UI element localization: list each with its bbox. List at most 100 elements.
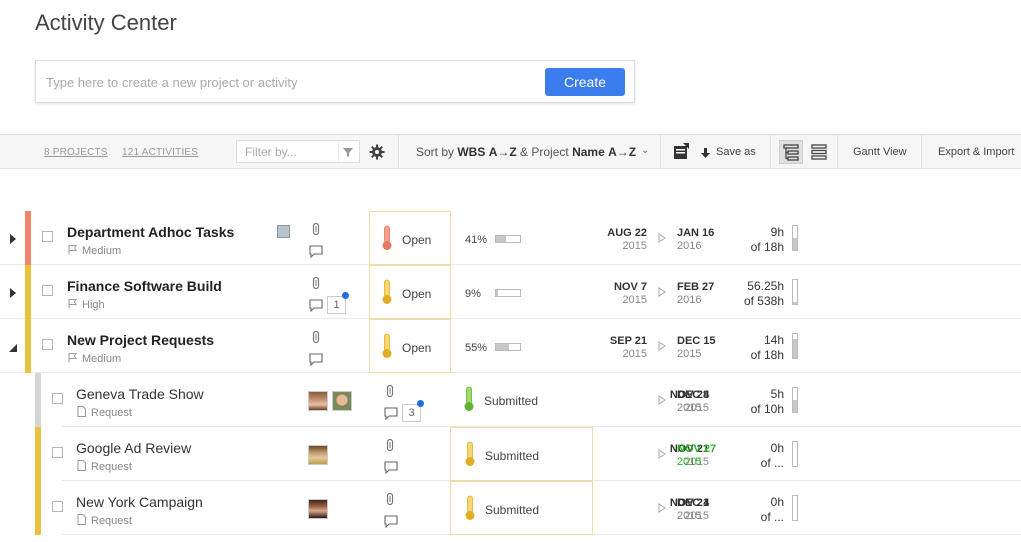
start-date: AUG 22 2015	[607, 227, 647, 252]
project-title[interactable]: Finance Software Build	[67, 278, 222, 294]
comment-icon[interactable]	[384, 461, 398, 474]
collapse-arrow-icon[interactable]	[8, 340, 18, 352]
activity-kind: Request	[76, 460, 132, 473]
comment-icon[interactable]	[309, 245, 323, 258]
hours-bar	[792, 387, 798, 413]
activity-title[interactable]: Geneva Trade Show	[76, 386, 204, 402]
activity-row[interactable]: Geneva Trade Show Request 3 Submitted NO…	[35, 373, 1021, 427]
list-view-icon[interactable]	[809, 142, 829, 167]
attachment-icon[interactable]	[312, 223, 320, 235]
end-month-day: FEB 27	[677, 281, 715, 293]
hours-logged: 5h	[770, 387, 784, 401]
avatar[interactable]	[308, 499, 328, 519]
chevron-down-icon[interactable]: ⌄	[641, 145, 649, 156]
export-import-button[interactable]: Export & Import	[938, 146, 1014, 158]
comment-icon[interactable]	[309, 353, 323, 366]
activity-row[interactable]: New York Campaign Request Submitted NOV …	[35, 481, 1021, 535]
thermometer-yellow-icon	[382, 333, 392, 358]
gantt-view-button[interactable]: Gantt View	[853, 146, 907, 158]
flag-icon	[68, 299, 77, 309]
thermometer-yellow-icon	[382, 279, 392, 304]
project-priority: Medium	[67, 244, 121, 257]
status-cell[interactable]: Open	[369, 265, 451, 319]
date-arrow-icon	[658, 287, 666, 297]
status-cell[interactable]: Submitted	[450, 481, 593, 535]
status-cell[interactable]: Submitted	[450, 427, 593, 481]
row-checkbox[interactable]	[42, 339, 53, 350]
project-row[interactable]: Finance Software Build High 1 Open 9% NO…	[0, 265, 1021, 319]
create-input[interactable]	[46, 72, 526, 92]
hours-total: of ...	[760, 510, 784, 524]
status-cell[interactable]: Open	[369, 211, 451, 265]
progress-bar	[495, 343, 521, 351]
projects-count-link[interactable]: 8 PROJECTS	[44, 147, 108, 158]
activity-row[interactable]: Google Ad Review Request Submitted NOV 2…	[35, 427, 1021, 481]
toolbar-divider	[398, 135, 399, 169]
end-year: 2015	[677, 348, 702, 360]
avatar[interactable]	[308, 445, 328, 465]
hours-logged: 14h	[763, 333, 784, 347]
project-title[interactable]: Department Adhoc Tasks	[67, 224, 234, 240]
report-icon[interactable]	[673, 143, 690, 165]
gear-icon[interactable]	[369, 144, 385, 160]
start-month-day: SEP 21	[609, 335, 647, 347]
end-year: 2015	[677, 402, 702, 414]
hours-summary: 56.25h of 538h	[730, 279, 784, 309]
row-checkbox[interactable]	[52, 447, 63, 458]
status-label: Submitted	[485, 449, 540, 463]
priority-color-bar	[35, 427, 41, 481]
priority-label: High	[82, 299, 105, 311]
status-cell[interactable]: Submitted	[450, 373, 593, 427]
toolbar: 8 PROJECTS 121 ACTIVITIES Sort by WBS A→…	[0, 134, 1021, 169]
priority-label: Medium	[82, 353, 122, 365]
end-date: DEC 15 2015	[677, 335, 716, 360]
start-month-day: NOV 7	[613, 281, 647, 293]
attachment-icon[interactable]	[386, 385, 394, 397]
status-label: Open	[402, 233, 432, 247]
activities-count-link[interactable]: 121 ACTIVITIES	[122, 147, 198, 158]
comment-icon[interactable]	[384, 407, 398, 420]
hours-total: of 538h	[743, 294, 784, 308]
notification-dot	[417, 400, 424, 407]
save-as-button[interactable]: Save as	[716, 146, 756, 158]
comment-icon[interactable]	[309, 299, 323, 312]
document-icon	[77, 460, 86, 471]
toolbar-divider	[660, 135, 661, 169]
activity-title[interactable]: New York Campaign	[76, 494, 203, 510]
sort-control[interactable]: Sort by WBS A→Z & Project Name A→Z	[416, 145, 636, 159]
project-row[interactable]: New Project Requests Medium Open 55% SEP…	[0, 319, 1021, 373]
attachment-icon[interactable]	[386, 493, 394, 505]
row-checkbox[interactable]	[52, 393, 63, 404]
project-title[interactable]: New Project Requests	[67, 332, 214, 348]
row-checkbox[interactable]	[52, 501, 63, 512]
progress-bar	[495, 289, 521, 297]
progress-bar	[495, 235, 521, 243]
note-icon[interactable]	[277, 225, 290, 238]
expand-arrow-icon[interactable]	[8, 232, 18, 244]
create-button[interactable]: Create	[545, 68, 625, 96]
attachment-icon[interactable]	[312, 277, 320, 289]
hours-total: of 18h	[750, 348, 784, 362]
priority-color-bar	[35, 481, 41, 535]
project-row[interactable]: Department Adhoc Tasks Medium Open 41% A…	[0, 211, 1021, 265]
attachment-icon[interactable]	[312, 331, 320, 343]
attachment-icon[interactable]	[386, 439, 394, 451]
kind-label: Request	[91, 515, 132, 527]
status-label: Submitted	[484, 394, 539, 408]
hours-summary: 9h of 18h	[730, 225, 784, 255]
activity-title[interactable]: Google Ad Review	[76, 440, 191, 456]
end-date: DEC 4 2015	[677, 389, 709, 414]
hierarchy-view-button[interactable]	[779, 140, 803, 164]
row-checkbox[interactable]	[42, 231, 53, 242]
status-label: Open	[402, 287, 432, 301]
row-checkbox[interactable]	[42, 285, 53, 296]
end-month-day: NOV 27	[677, 443, 717, 455]
avatar[interactable]	[308, 391, 328, 411]
avatar[interactable]	[332, 391, 352, 411]
funnel-icon[interactable]	[338, 143, 356, 161]
comment-icon[interactable]	[384, 515, 398, 528]
status-cell[interactable]: Open	[369, 319, 451, 373]
expand-arrow-icon[interactable]	[8, 286, 18, 298]
sort-key-1: WBS	[457, 145, 486, 159]
filter-input[interactable]	[245, 144, 335, 160]
